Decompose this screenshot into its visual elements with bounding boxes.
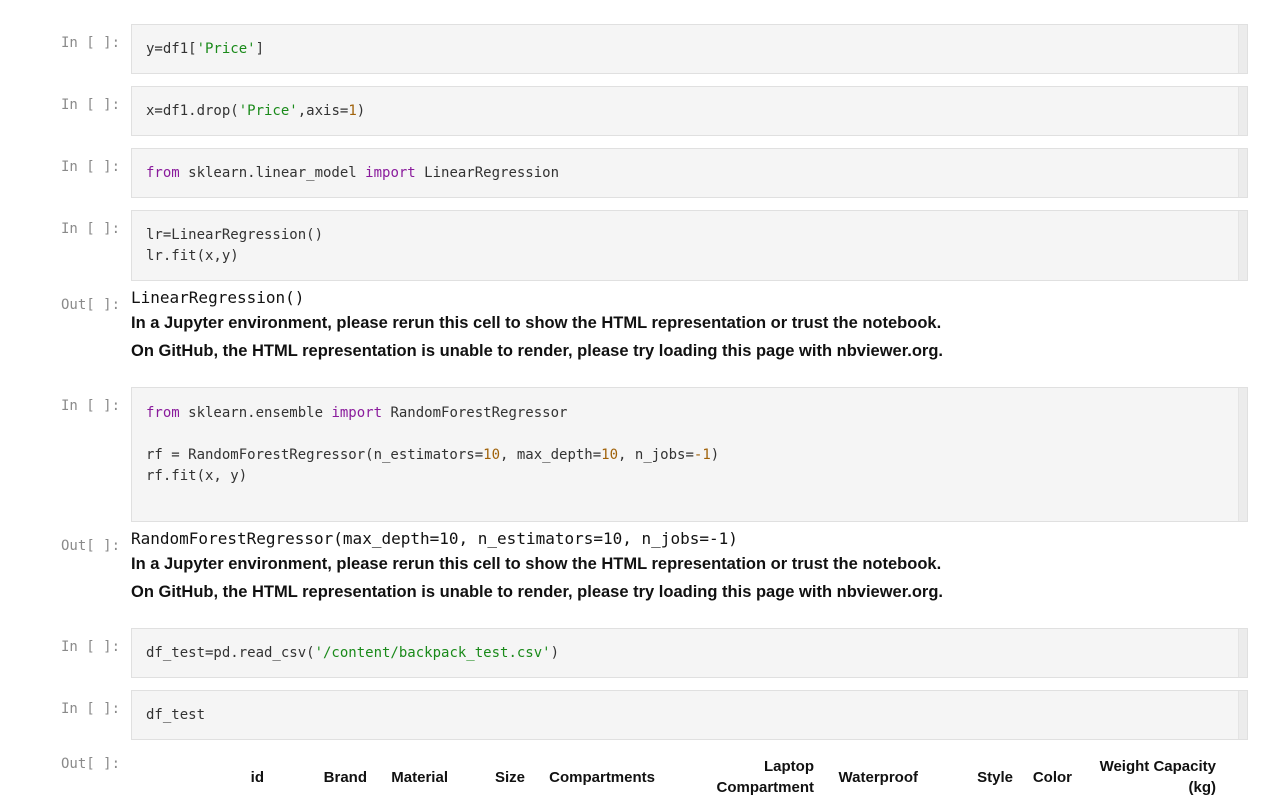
input-prompt: In [ ]: [61, 398, 121, 414]
code-cell-3[interactable]: from sklearn.linear_model import LinearR… [131, 148, 1248, 198]
output-warning: In a Jupyter environment, please rerun t… [131, 314, 942, 332]
output-warning: On GitHub, the HTML representation is un… [131, 342, 943, 360]
code-cell-5[interactable]: from sklearn.ensemble import RandomFores… [131, 387, 1248, 522]
code-cell-7[interactable]: df_test [131, 690, 1248, 740]
code-line: lr.fit(x,y) [146, 248, 239, 264]
output-prompt: Out[ ]: [61, 756, 121, 772]
input-prompt: In [ ]: [61, 35, 121, 51]
cell-scrollbar[interactable] [1238, 149, 1247, 197]
cell-scrollbar[interactable] [1238, 691, 1247, 739]
output-warning: In a Jupyter environment, please rerun t… [131, 555, 942, 573]
cell-scrollbar[interactable] [1238, 211, 1247, 280]
column-header-id: id [250, 769, 264, 786]
cell-scrollbar[interactable] [1238, 629, 1247, 677]
code-line: from sklearn.linear_model import LinearR… [146, 165, 560, 181]
code-cell-6[interactable]: df_test=pd.read_csv('/content/backpack_t… [131, 628, 1248, 678]
column-header-size: Size [494, 769, 525, 786]
cell-scrollbar[interactable] [1238, 388, 1247, 521]
code-line: from sklearn.ensemble import RandomFores… [146, 405, 568, 421]
input-prompt: In [ ]: [61, 221, 121, 237]
code-line: rf.fit(x, y) [146, 468, 248, 484]
column-header-line: Compartment [716, 779, 814, 796]
input-prompt: In [ ]: [61, 97, 121, 113]
cell-scrollbar[interactable] [1238, 25, 1247, 73]
output-prompt: Out[ ]: [61, 538, 121, 554]
column-header-laptop-compartment: Laptop Compartment [690, 756, 814, 798]
code-line: lr=LinearRegression() [146, 227, 324, 243]
code-cell-1[interactable]: y=df1['Price'] [131, 24, 1248, 74]
column-header-weight-capacity: Weight Capacity (kg) [1080, 756, 1216, 798]
column-header-waterproof: Waterproof [838, 769, 918, 786]
cell-scrollbar[interactable] [1238, 87, 1247, 135]
input-prompt: In [ ]: [61, 639, 121, 655]
column-header-style: Style [977, 769, 1013, 786]
code-line: df_test=pd.read_csv('/content/backpack_t… [146, 645, 560, 661]
column-header-line: Weight Capacity [1099, 758, 1216, 775]
input-prompt: In [ ]: [61, 701, 121, 717]
column-header-line: (kg) [1188, 779, 1217, 796]
code-line: y=df1['Price'] [146, 41, 265, 57]
column-header-color: Color [1032, 769, 1072, 786]
output-repr: LinearRegression() [131, 288, 305, 307]
output-warning: On GitHub, the HTML representation is un… [131, 583, 943, 601]
column-header-material: Material [391, 769, 448, 786]
output-repr: RandomForestRegressor(max_depth=10, n_es… [131, 529, 738, 548]
code-line: x=df1.drop('Price',axis=1) [146, 103, 366, 119]
input-prompt: In [ ]: [61, 159, 121, 175]
code-line: rf = RandomForestRegressor(n_estimators=… [146, 447, 720, 463]
column-header-compartments: Compartments [549, 769, 655, 786]
code-cell-2[interactable]: x=df1.drop('Price',axis=1) [131, 86, 1248, 136]
column-header-line: Laptop [764, 758, 814, 775]
column-header-brand: Brand [323, 769, 367, 786]
output-prompt: Out[ ]: [61, 297, 121, 313]
code-line: df_test [146, 707, 206, 723]
code-cell-4[interactable]: lr=LinearRegression() lr.fit(x,y) [131, 210, 1248, 281]
